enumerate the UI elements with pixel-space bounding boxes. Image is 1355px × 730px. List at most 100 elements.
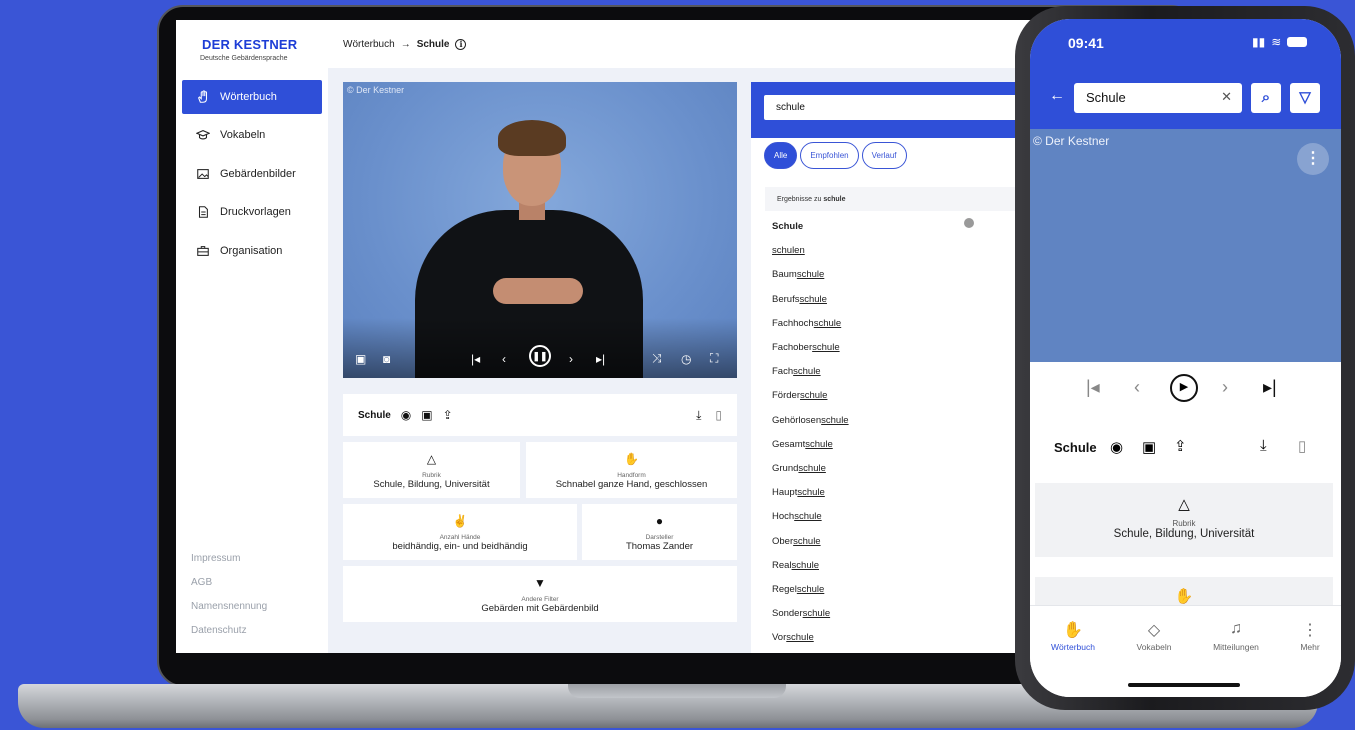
sidebar-item-label: Vokabeln (220, 129, 266, 141)
sidebar-item-label: Druckvorlagen (220, 206, 291, 218)
mobile-card-value: Schule, Bildung, Universität (1113, 528, 1255, 540)
result-match: schule (786, 632, 814, 644)
result-prefix: Schule (772, 221, 804, 232)
result-item[interactable]: schulen (772, 245, 805, 256)
mobile-search-input[interactable]: Schule ✕ (1074, 83, 1242, 113)
logo-title[interactable]: DER KESTNER (202, 37, 297, 52)
chip-verlauf[interactable]: Verlauf (861, 142, 907, 169)
download-icon[interactable]: ⤓ (1260, 437, 1267, 454)
skip-end-icon[interactable]: ▸| (1263, 377, 1277, 398)
share-icon[interactable]: ⇪ (1174, 437, 1187, 455)
status-icons: ▮▮ ≋ (1252, 35, 1308, 49)
card-anzahl-haende[interactable]: ✌ Anzahl Hände beidhändig, ein- und beid… (343, 504, 577, 560)
tab-mitteilungen[interactable]: ♫ Mitteilungen (1204, 620, 1268, 652)
sidebar-item-gebaerdenbilder[interactable]: Gebärdenbilder (182, 157, 322, 191)
search-button[interactable]: ⌕ (1251, 83, 1281, 113)
mobile-card-rubrik[interactable]: △ Rubrik Schule, Bildung, Universität (1035, 483, 1333, 557)
result-item[interactable]: Grundschule (772, 463, 826, 474)
card-andere-filter[interactable]: ▼ Andere Filter Gebärden mit Gebärdenbil… (343, 566, 737, 622)
result-item[interactable]: Gehörlosenschule (772, 415, 849, 426)
result-item[interactable]: Sonderschule (772, 608, 830, 619)
previous-icon[interactable]: ‹ (502, 352, 506, 366)
result-item[interactable]: Regelschule (772, 584, 824, 595)
image-icon[interactable]: ▣ (355, 352, 366, 366)
result-item[interactable]: Fachoberschule (772, 342, 840, 353)
footer-link-impressum[interactable]: Impressum (191, 553, 240, 564)
card-label: Andere Filter (521, 596, 559, 603)
more-vertical-icon: ⋮ (1302, 622, 1318, 639)
card-rubrik[interactable]: △ Rubrik Schule, Bildung, Universität (343, 442, 520, 498)
card-value: Schule, Bildung, Universität (373, 479, 490, 490)
eye-icon[interactable]: ◉ (401, 408, 411, 422)
back-arrow-icon[interactable]: ← (1049, 87, 1065, 105)
next-icon[interactable]: › (1222, 377, 1228, 398)
clear-icon[interactable]: ✕ (1221, 89, 1232, 105)
sidebar-item-druckvorlagen[interactable]: Druckvorlagen (182, 195, 322, 229)
result-item[interactable]: Realschule (772, 560, 819, 571)
camera-icon[interactable]: ◙ (383, 352, 390, 366)
result-match: schule (798, 463, 826, 474)
graduation-cap-icon (196, 130, 210, 140)
result-item[interactable]: Hochschule (772, 511, 822, 522)
skip-start-icon[interactable]: |◂ (471, 352, 480, 366)
shuffle-icon[interactable]: ⤨ (652, 351, 662, 366)
card-handform[interactable]: ✋ Handform Schnabel ganze Hand, geschlos… (526, 442, 737, 498)
sidebar-item-organisation[interactable]: Organisation (182, 234, 322, 268)
selected-indicator (964, 218, 974, 228)
chip-alle[interactable]: Alle (764, 142, 798, 169)
result-match: schule (812, 342, 840, 353)
skip-end-icon[interactable]: ▸| (596, 352, 605, 366)
result-item[interactable]: Oberschule (772, 536, 821, 547)
download-icon[interactable]: ⤓ (696, 408, 701, 423)
mobile-word-title: Schule (1054, 440, 1097, 455)
bookmark-icon[interactable]: ▯ (715, 408, 722, 423)
result-match: schule (796, 584, 825, 595)
more-vertical-icon[interactable]: ⋮ (1297, 143, 1329, 175)
sidebar-item-woerterbuch[interactable]: Wörterbuch (182, 80, 322, 114)
signer-hair (498, 120, 566, 156)
result-item[interactable]: Schule (772, 221, 803, 232)
chip-empfohlen[interactable]: Empfohlen (800, 142, 859, 169)
eye-icon[interactable]: ◉ (1110, 438, 1123, 456)
tab-woerterbuch[interactable]: ✋ Wörterbuch (1041, 620, 1105, 652)
tab-label: Mehr (1300, 642, 1320, 652)
play-button[interactable]: ▶ (1170, 374, 1198, 402)
tab-vokabeln[interactable]: ◇ Vokabeln (1122, 620, 1186, 652)
result-item[interactable]: Hauptschule (772, 487, 825, 498)
result-item[interactable]: Fachhochschule (772, 318, 841, 329)
skip-start-icon[interactable]: |◂ (1086, 377, 1100, 398)
breadcrumb-parent[interactable]: Wörterbuch (343, 39, 395, 50)
result-item[interactable]: Vorschule (772, 632, 814, 643)
footer-link-agb[interactable]: AGB (191, 577, 212, 588)
pause-button[interactable]: ❚❚ (529, 345, 551, 367)
image-icon[interactable]: ▣ (421, 408, 432, 422)
footer-link-datenschutz[interactable]: Datenschutz (191, 625, 247, 636)
result-item[interactable]: Gesamtschule (772, 439, 833, 450)
next-icon[interactable]: › (569, 352, 573, 366)
info-icon[interactable]: i (455, 38, 467, 50)
result-prefix: Hoch (772, 511, 795, 523)
result-item[interactable]: Baumschule (772, 269, 824, 280)
result-item[interactable]: Förderschule (772, 390, 827, 401)
timer-icon[interactable]: ◷ (681, 352, 691, 366)
result-prefix: Berufs (772, 293, 800, 305)
card-label: Anzahl Hände (439, 534, 481, 541)
sidebar-item-vokabeln[interactable]: Vokabeln (182, 118, 322, 152)
footer-link-namensnennung[interactable]: Namensnennung (191, 601, 267, 612)
bookmark-icon[interactable]: ▯ (1298, 437, 1306, 455)
hands-icon: ✌ (452, 514, 468, 528)
tab-label: Wörterbuch (1051, 642, 1095, 652)
tab-mehr[interactable]: ⋮ Mehr (1278, 620, 1341, 652)
card-darsteller[interactable]: ● Darsteller Thomas Zander (582, 504, 737, 560)
image-icon[interactable]: ▣ (1142, 438, 1156, 456)
result-item[interactable]: Fachschule (772, 366, 821, 377)
filter-button[interactable]: ▽ (1290, 83, 1320, 113)
share-icon[interactable]: ⇪ (443, 408, 453, 422)
mobile-video-player[interactable]: © Der Kestner ⋮ (1030, 129, 1341, 362)
mobile-app: 09:41 ▮▮ ≋ ← Schule ✕ ⌕ ▽ © Der Kestner … (1030, 19, 1341, 697)
previous-icon[interactable]: ‹ (1134, 377, 1140, 398)
graduation-cap-icon: ◇ (1147, 622, 1161, 639)
fullscreen-icon[interactable]: ⛶ (710, 351, 718, 366)
video-player[interactable]: © Der Kestner ▣ ◙ |◂ ‹ ❚❚ › ▸| ⤨ ◷ ⛶ (343, 82, 737, 378)
result-item[interactable]: Berufsschule (772, 294, 827, 305)
